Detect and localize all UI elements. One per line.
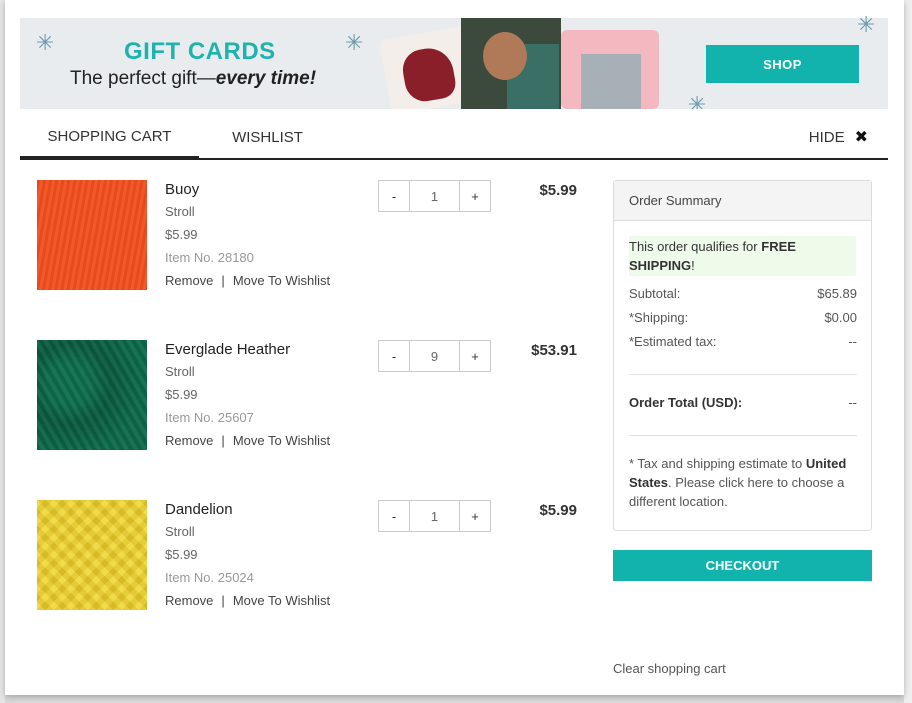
summary-divider	[629, 374, 857, 375]
cart-modal: ✳ ✳ ✳ GIFT CARDS The perfect gift—every …	[5, 0, 904, 695]
quantity-stepper: - 9 +	[378, 340, 491, 372]
product-name[interactable]: Buoy	[165, 181, 199, 198]
hide-label: HIDE	[808, 128, 845, 146]
unit-price: $5.99	[165, 387, 198, 402]
quantity-input[interactable]: 1	[409, 181, 460, 211]
move-to-wishlist-link[interactable]: Move To Wishlist	[233, 273, 330, 288]
remove-link[interactable]: Remove	[165, 273, 213, 288]
cart-tabs: SHOPPING CART WISHLIST HIDE ✖	[20, 116, 888, 160]
banner-photos	[365, 18, 665, 109]
quantity-input[interactable]: 9	[409, 341, 460, 371]
shop-button[interactable]: SHOP	[706, 45, 859, 83]
free-shipping-notice: This order qualifies for FREE SHIPPING!	[629, 236, 856, 276]
tab-shopping-cart[interactable]: SHOPPING CART	[20, 116, 199, 159]
tab-wishlist[interactable]: WISHLIST	[210, 116, 325, 158]
action-separator: |	[221, 433, 225, 448]
banner-subtitle: The perfect gift—every time!	[70, 68, 317, 89]
item-number: Item No. 28180	[165, 250, 254, 265]
product-image[interactable]	[37, 180, 147, 290]
subtotal-value: $65.89	[817, 286, 857, 301]
banner-title: GIFT CARDS	[124, 38, 276, 65]
increase-button[interactable]: +	[460, 181, 490, 211]
product-image[interactable]	[37, 500, 147, 610]
close-icon: ✖	[854, 129, 868, 146]
page-background-right	[904, 0, 912, 703]
clear-cart-link[interactable]: Clear shopping cart	[613, 661, 726, 676]
checkout-button[interactable]: CHECKOUT	[613, 550, 872, 581]
summary-title: Order Summary	[614, 181, 871, 221]
tax-shipping-note[interactable]: * Tax and shipping estimate to United St…	[629, 454, 859, 511]
cart-item: Dandelion Stroll $5.99 Item No. 25024 Re…	[37, 500, 597, 620]
hide-button[interactable]: HIDE ✖	[809, 116, 868, 158]
line-total: $53.91	[531, 342, 577, 359]
quantity-stepper: - 1 +	[378, 180, 491, 212]
product-brand: Stroll	[165, 524, 195, 539]
remove-link[interactable]: Remove	[165, 593, 213, 608]
snowflake-icon: ✳	[688, 92, 707, 110]
shipping-label: *Shipping:	[629, 310, 689, 325]
unit-price: $5.99	[165, 227, 198, 242]
increase-button[interactable]: +	[460, 501, 490, 531]
shipping-row: *Shipping: $0.00	[629, 310, 857, 325]
snowflake-icon: ✳	[36, 30, 55, 55]
person-photo	[461, 18, 561, 109]
snowflake-icon: ✳	[857, 12, 876, 37]
snowflake-icon: ✳	[345, 30, 364, 55]
line-total: $5.99	[539, 182, 577, 199]
action-separator: |	[221, 593, 225, 608]
move-to-wishlist-link[interactable]: Move To Wishlist	[233, 433, 330, 448]
subtotal-row: Subtotal: $65.89	[629, 286, 857, 301]
summary-divider	[629, 435, 857, 436]
product-brand: Stroll	[165, 204, 195, 219]
order-total-row: Order Total (USD): --	[629, 395, 857, 410]
unit-price: $5.99	[165, 547, 198, 562]
increase-button[interactable]: +	[460, 341, 490, 371]
product-brand: Stroll	[165, 364, 195, 379]
tax-label: *Estimated tax:	[629, 334, 717, 349]
order-total-value: --	[848, 395, 857, 410]
item-number: Item No. 25607	[165, 410, 254, 425]
quantity-input[interactable]: 1	[409, 501, 460, 531]
decrease-button[interactable]: -	[379, 501, 409, 531]
product-name[interactable]: Dandelion	[165, 501, 233, 518]
cart-item: Everglade Heather Stroll $5.99 Item No. …	[37, 340, 597, 460]
blanket-photo	[561, 30, 659, 109]
quantity-stepper: - 1 +	[378, 500, 491, 532]
decrease-button[interactable]: -	[379, 341, 409, 371]
line-total: $5.99	[539, 502, 577, 519]
remove-link[interactable]: Remove	[165, 433, 213, 448]
order-summary: Order Summary This order qualifies for F…	[613, 180, 872, 531]
order-total-label: Order Total (USD):	[629, 395, 743, 410]
product-name[interactable]: Everglade Heather	[165, 341, 290, 358]
action-separator: |	[221, 273, 225, 288]
item-number: Item No. 25024	[165, 570, 254, 585]
shipping-value: $0.00	[824, 310, 857, 325]
subtotal-label: Subtotal:	[629, 286, 681, 301]
gift-cards-banner[interactable]: ✳ ✳ ✳ GIFT CARDS The perfect gift—every …	[20, 18, 888, 109]
item-actions: Remove | Move To Wishlist	[165, 273, 330, 288]
cart-item: Buoy Stroll $5.99 Item No. 28180 Remove …	[37, 180, 597, 300]
decrease-button[interactable]: -	[379, 181, 409, 211]
move-to-wishlist-link[interactable]: Move To Wishlist	[233, 593, 330, 608]
tax-row: *Estimated tax: --	[629, 334, 857, 349]
product-image[interactable]	[37, 340, 147, 450]
item-actions: Remove | Move To Wishlist	[165, 593, 330, 608]
item-actions: Remove | Move To Wishlist	[165, 433, 330, 448]
tax-value: --	[848, 334, 857, 349]
